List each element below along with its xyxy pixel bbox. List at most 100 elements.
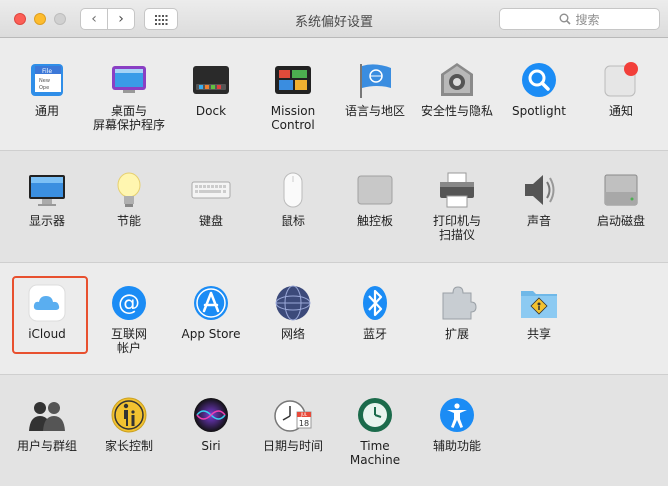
pref-pane-security[interactable]: 安全性与隐私 — [416, 60, 498, 118]
pref-pane-energy[interactable]: 节能 — [88, 170, 170, 228]
minimize-button[interactable] — [34, 13, 46, 25]
pref-pane-bluetooth[interactable]: 蓝牙 — [334, 283, 416, 341]
pref-pane-printers[interactable]: 打印机与 扫描仪 — [416, 170, 498, 242]
general-icon: File New Ope — [27, 60, 67, 100]
pref-pane-users[interactable]: 用户与群组 — [6, 395, 88, 453]
dock-icon — [191, 60, 231, 100]
back-button[interactable]: ‹ — [80, 8, 108, 30]
chevron-right-icon: › — [118, 11, 124, 27]
pref-pane-label: 辅助功能 — [432, 439, 481, 453]
pref-pane-label: Siri — [201, 439, 221, 453]
pref-pane-keyboard[interactable]: 键盘 — [170, 170, 252, 228]
pref-pane-displays[interactable]: 显示器 — [6, 170, 88, 228]
printer-scanner-icon — [437, 170, 477, 210]
pref-pane-label: 扩展 — [444, 327, 469, 341]
pref-pane-label: iCloud — [28, 327, 66, 341]
svg-text:JUL: JUL — [300, 412, 308, 417]
pref-pane-icloud[interactable]: iCloud — [6, 283, 88, 341]
pref-pane-mission[interactable]: Mission Control — [252, 60, 334, 132]
siri-icon — [191, 395, 231, 435]
pref-pane-desktop[interactable]: 桌面与 屏幕保护程序 — [88, 60, 170, 132]
search-icon — [559, 13, 572, 25]
pref-pane-spotlight[interactable]: Spotlight — [498, 60, 580, 118]
language-region-icon — [355, 60, 395, 100]
pref-pane-label: 通知 — [608, 104, 633, 118]
pref-pane-label: 显示器 — [28, 214, 65, 228]
pref-pane-siri[interactable]: Siri — [170, 395, 252, 453]
zoom-button[interactable] — [54, 13, 66, 25]
pref-pane-timemachine[interactable]: Time Machine — [334, 395, 416, 467]
displays-icon — [27, 170, 67, 210]
energy-saver-icon — [109, 170, 149, 210]
pref-pane-network[interactable]: 网络 — [252, 283, 334, 341]
sharing-icon — [519, 283, 559, 323]
pref-pane-label: 启动磁盘 — [596, 214, 645, 228]
pref-pane-label: 桌面与 屏幕保护程序 — [92, 104, 165, 132]
pref-pane-sharing[interactable]: 共享 — [498, 283, 580, 341]
pref-pane-label: 用户与群组 — [16, 439, 77, 453]
pref-pane-notifications[interactable]: 通知 — [580, 60, 662, 118]
chevron-left-icon: ‹ — [91, 11, 97, 27]
spotlight-icon — [519, 60, 559, 100]
pref-pane-label: 家长控制 — [104, 439, 153, 453]
icloud-icon — [27, 283, 67, 323]
bluetooth-icon — [355, 283, 395, 323]
pref-pane-general[interactable]: File New Ope 通用 — [6, 60, 88, 118]
pref-pane-startup[interactable]: 启动磁盘 — [580, 170, 662, 228]
users-groups-icon — [27, 395, 67, 435]
extensions-icon — [437, 283, 477, 323]
pref-pane-label: Spotlight — [512, 104, 566, 118]
desktop-screensaver-icon — [109, 60, 149, 100]
accessibility-icon — [437, 395, 477, 435]
pref-pane-accessibility[interactable]: 辅助功能 — [416, 395, 498, 453]
pref-pane-parental[interactable]: 家长控制 — [88, 395, 170, 453]
pref-pane-label: 通用 — [34, 104, 59, 118]
search-field[interactable]: 搜索 — [499, 8, 660, 30]
close-button[interactable] — [14, 13, 26, 25]
pref-pane-label: 日期与时间 — [262, 439, 323, 453]
date-time-icon: JUL 18 — [273, 395, 313, 435]
pref-pane-language[interactable]: 语言与地区 — [334, 60, 416, 118]
startup-disk-icon — [601, 170, 641, 210]
pref-pane-label: 安全性与隐私 — [420, 104, 493, 118]
pref-pane-datetime[interactable]: JUL 18 日期与时间 — [252, 395, 334, 453]
pref-pane-label: Mission Control — [270, 104, 316, 132]
pref-pane-sound[interactable]: 声音 — [498, 170, 580, 228]
internet-accounts-icon: @ — [109, 283, 149, 323]
search-placeholder: 搜索 — [575, 12, 600, 27]
pref-pane-label: 互联网 帐户 — [110, 327, 147, 355]
pref-pane-trackpad[interactable]: 触控板 — [334, 170, 416, 228]
pref-pane-internet[interactable]: @ 互联网 帐户 — [88, 283, 170, 355]
svg-text:@: @ — [118, 291, 140, 316]
svg-text:File: File — [42, 68, 52, 75]
pref-pane-label: 打印机与 扫描仪 — [432, 214, 481, 242]
show-all-button[interactable] — [144, 8, 178, 30]
security-privacy-icon — [437, 60, 477, 100]
pref-pane-label: 键盘 — [198, 214, 223, 228]
pref-pane-label: 声音 — [526, 214, 551, 228]
pref-pane-dock[interactable]: Dock — [170, 60, 252, 118]
pref-pane-appstore[interactable]: App Store — [170, 283, 252, 341]
pref-pane-label: 触控板 — [356, 214, 393, 228]
pref-pane-extensions[interactable]: 扩展 — [416, 283, 498, 341]
pref-pane-mouse[interactable]: 鼠标 — [252, 170, 334, 228]
pref-pane-label: 语言与地区 — [344, 104, 405, 118]
pref-pane-label: 共享 — [526, 327, 551, 341]
mouse-icon — [273, 170, 313, 210]
network-icon — [273, 283, 313, 323]
pref-pane-label: 鼠标 — [280, 214, 305, 228]
notifications-icon — [601, 60, 641, 100]
pref-pane-label: Time Machine — [349, 439, 401, 467]
trackpad-icon — [355, 170, 395, 210]
svg-text:New: New — [39, 78, 50, 84]
app-store-icon — [191, 283, 231, 323]
pref-pane-label: 节能 — [116, 214, 141, 228]
pref-pane-label: App Store — [181, 327, 241, 341]
sound-icon — [519, 170, 559, 210]
pref-pane-label: 蓝牙 — [362, 327, 387, 341]
pref-pane-label: 网络 — [280, 327, 305, 341]
time-machine-icon — [355, 395, 395, 435]
parental-controls-icon — [109, 395, 149, 435]
system-preferences-window: ‹ › 系统偏好设置 搜索 File New Ope 通用 桌面与 屏幕保护程序 Dock… — [0, 0, 668, 486]
forward-button[interactable]: › — [107, 8, 135, 30]
